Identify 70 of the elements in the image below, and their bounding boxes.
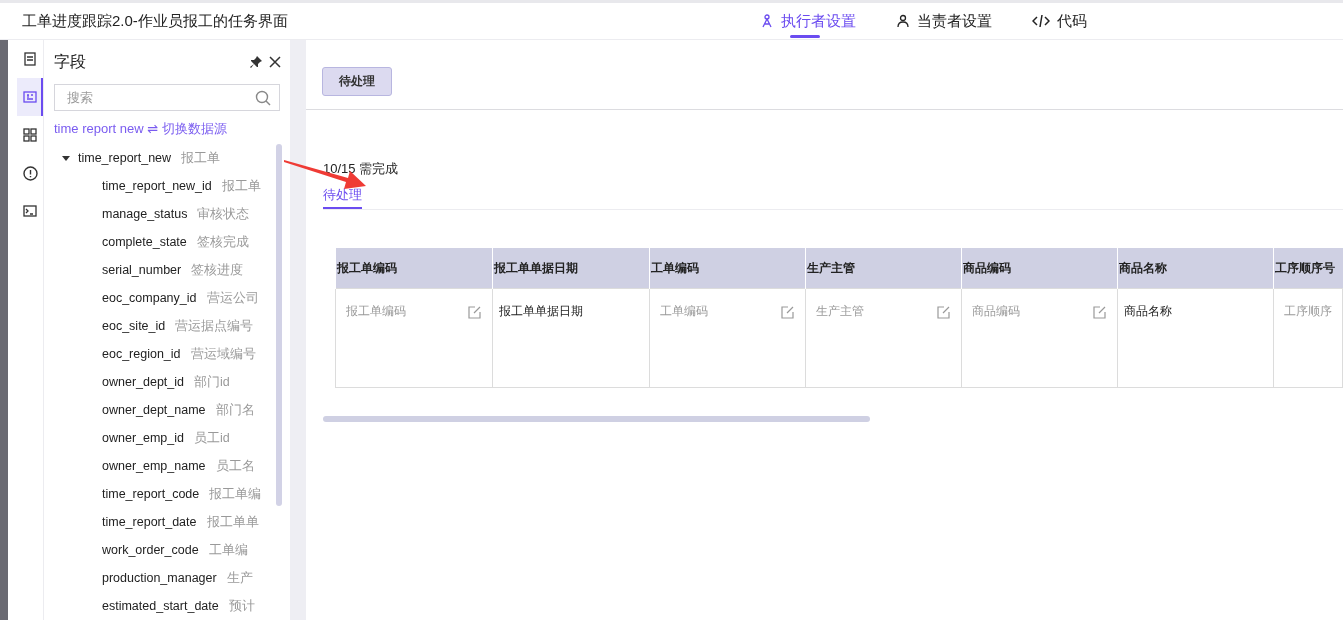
pin-icon[interactable] <box>249 55 263 69</box>
field-label: 员工id <box>194 429 230 447</box>
column-header: 报工单编码 <box>335 248 493 289</box>
field-name[interactable]: time_report_date <box>102 515 197 529</box>
column-header: 报工单单据日期 <box>492 248 650 289</box>
code-icon <box>1032 14 1050 28</box>
switch-data-source-link[interactable]: time report new ⇌ 切换数据源 <box>54 120 290 138</box>
field-name[interactable]: time_report_code <box>102 487 200 501</box>
edit-icon <box>1093 304 1108 319</box>
field-name[interactable]: eoc_region_id <box>102 347 181 361</box>
field-name[interactable]: production_manager <box>102 571 217 585</box>
field-name[interactable]: owner_dept_id <box>102 375 184 389</box>
edit-icon <box>937 304 952 319</box>
document-icon <box>23 52 37 66</box>
settings-tab[interactable]: 代码 <box>1032 3 1087 39</box>
field-label: 报工单 <box>181 149 221 167</box>
search-field[interactable]: 搜索 <box>54 84 280 111</box>
caret-icon[interactable] <box>62 155 70 161</box>
column-header: 商品名称 <box>1117 248 1274 289</box>
alert-icon <box>22 165 38 181</box>
field-label: 营运公司 <box>206 289 259 307</box>
table-cell-text: 商品名称 <box>1124 303 1174 320</box>
column-header: 生产主管 <box>805 248 962 289</box>
field-label: 审核状态 <box>197 205 250 223</box>
search-icon <box>255 90 271 106</box>
field-name[interactable]: manage_status <box>102 207 188 221</box>
field-label: 签核进度 <box>191 261 244 279</box>
column-header: 工单编码 <box>649 248 806 289</box>
status-button[interactable]: 待处理 <box>322 67 392 96</box>
progress-text: 10/15 需完成 <box>323 160 400 178</box>
field-label: 营运据点编号 <box>175 317 254 335</box>
field-name[interactable]: owner_emp_id <box>102 431 184 445</box>
table-cell-text: 报工单单据日期 <box>498 303 584 320</box>
settings-tab[interactable]: 当责者设置 <box>896 3 992 39</box>
field-label: 营运域编号 <box>190 345 256 363</box>
close-icon[interactable] <box>268 55 282 69</box>
field-name[interactable]: work_order_code <box>102 543 199 557</box>
field-name[interactable]: serial_number <box>102 263 182 277</box>
field-name[interactable]: estimated_start_date <box>102 599 219 613</box>
field-label: 部门id <box>194 373 230 391</box>
field-name[interactable]: eoc_company_id <box>102 291 197 305</box>
field-label: 报工单 <box>221 177 261 195</box>
field-label: 员工名 <box>215 457 255 475</box>
field-name[interactable]: time_report_new_id <box>102 179 212 193</box>
scrollbar[interactable] <box>276 144 282 506</box>
field-label: 报工单编 <box>209 485 262 503</box>
field-name[interactable]: time_report_new <box>78 151 172 165</box>
settings-tab[interactable]: 执行者设置 <box>760 3 856 39</box>
field-name[interactable]: owner_emp_name <box>102 459 206 473</box>
edit-icon <box>467 304 482 319</box>
grid-icon <box>23 128 37 142</box>
window-title: 工单进度跟踪2.0-作业员报工的任务界面 <box>22 11 289 31</box>
people-icon <box>760 14 774 28</box>
field-label: 部门名 <box>215 401 255 419</box>
column-header: 工序顺序号 <box>1273 248 1343 289</box>
edit-icon <box>780 304 795 319</box>
person-icon <box>896 14 910 28</box>
form-icon <box>23 90 37 104</box>
field-label: 预计 <box>228 597 255 615</box>
column-header: 商品编码 <box>961 248 1118 289</box>
panel-title: 字段 <box>54 51 87 72</box>
field-name[interactable]: eoc_site_id <box>102 319 166 333</box>
field-name[interactable]: owner_dept_name <box>102 403 206 417</box>
field-label: 生产 <box>226 569 253 587</box>
field-label: 报工单单 <box>206 513 259 531</box>
horizontal-scrollbar[interactable] <box>323 416 870 422</box>
field-name[interactable]: complete_state <box>102 235 187 249</box>
terminal-icon <box>23 204 37 218</box>
field-label: 签核完成 <box>196 233 249 251</box>
field-label: 工单编 <box>208 541 248 559</box>
